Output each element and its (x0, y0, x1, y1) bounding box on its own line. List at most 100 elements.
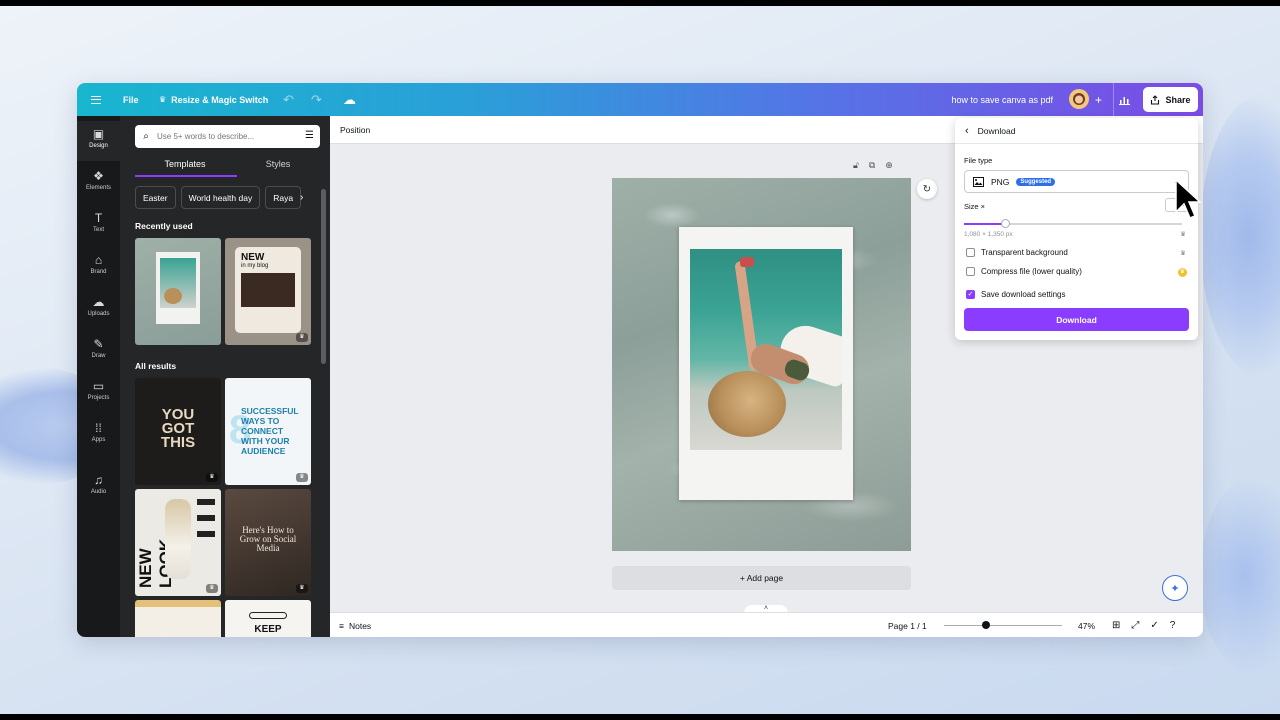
redo-icon[interactable]: ↷ (311, 83, 322, 116)
rail-item-design[interactable]: ▣ Design (77, 121, 120, 161)
pool-photo[interactable] (690, 249, 842, 450)
notes-icon: ≡ (339, 620, 344, 631)
rail-item-projects[interactable]: ▭ Projects (77, 373, 120, 413)
template-thumbnail[interactable]: KEEP (225, 600, 311, 637)
chip-raya[interactable]: Raya (265, 186, 302, 209)
download-button[interactable]: Download (964, 308, 1189, 331)
chip-world-health-day[interactable]: World health day (180, 186, 261, 209)
transparent-background-option[interactable]: Transparent background (966, 248, 1068, 257)
polaroid-frame[interactable] (679, 227, 853, 500)
transparent-checkbox[interactable] (966, 248, 975, 257)
image-icon (973, 176, 984, 187)
refresh-icon[interactable]: ↻ (917, 179, 937, 199)
top-bar: File ♛ Resize & Magic Switch ↶ ↷ ☁ how t… (77, 83, 1203, 116)
rail-label: Uploads (87, 311, 110, 317)
size-slider[interactable] (964, 219, 1182, 229)
rail-item-elements[interactable]: ❖ Elements (77, 163, 120, 203)
text-block (197, 499, 215, 505)
canva-editor-window: File ♛ Resize & Magic Switch ↶ ↷ ☁ how t… (77, 83, 1203, 637)
compress-checkbox[interactable] (966, 267, 975, 276)
insights-button[interactable] (1113, 83, 1135, 116)
filter-sliders-icon[interactable]: ☰ (305, 130, 314, 141)
chevron-right-icon[interactable]: › (300, 186, 314, 209)
polaroid-frame (156, 252, 200, 324)
sun-hat (164, 288, 182, 304)
file-menu-button[interactable]: File (123, 83, 139, 116)
save-settings-option[interactable]: ✓ Save download settings (966, 290, 1066, 299)
fullscreen-icon[interactable]: ⤢ (1131, 620, 1139, 631)
zoom-percent[interactable]: 47% (1078, 613, 1095, 637)
grid-view-icon[interactable]: ⊞ (1112, 620, 1120, 631)
crown-icon: ♛ (1180, 250, 1186, 257)
document-title[interactable]: how to save canva as pdf (951, 83, 1053, 116)
design-page[interactable] (612, 178, 911, 551)
audio-icon: ♫ (94, 473, 103, 487)
compress-file-option[interactable]: Compress file (lower quality) (966, 267, 1082, 276)
template-thumbnail[interactable] (135, 238, 221, 345)
rail-item-text[interactable]: T Text (77, 205, 120, 245)
panel-scroll-thumb[interactable] (321, 189, 326, 364)
rail-item-draw[interactable]: ✎ Draw (77, 331, 120, 371)
rail-item-brand[interactable]: ⌂ Brand (77, 247, 120, 287)
template-thumbnail[interactable]: NEW in my blog ♛ (225, 238, 311, 345)
add-collaborator-button[interactable]: + (1095, 83, 1102, 116)
template-thumbnail[interactable]: NEW LOOK ♛ (135, 489, 221, 596)
bar-chart-icon (1119, 96, 1130, 105)
page-indicator[interactable]: Page 1 / 1 (888, 613, 927, 637)
panel-scrollbar[interactable] (321, 179, 326, 635)
check-circle-icon[interactable]: ✓ (1150, 620, 1158, 631)
file-type-value: PNG (991, 176, 1010, 187)
file-type-select[interactable]: PNG Suggested ⌄ (964, 170, 1189, 193)
template-thumbnail[interactable]: 8 SUCCESSFUL WAYS TO CONNECT WITH YOUR A… (225, 378, 311, 485)
keyword-chips: Easter World health day Raya (135, 186, 302, 209)
grow-social-text: Here's How to Grow on Social Media (239, 525, 297, 553)
template-thumbnail[interactable] (135, 600, 221, 637)
lock-icon[interactable]: 🔓︎ (853, 160, 859, 171)
save-settings-checkbox[interactable]: ✓ (966, 290, 975, 299)
search-input[interactable] (157, 132, 292, 141)
back-arrow-icon[interactable]: ‹ (965, 125, 969, 137)
chip-easter[interactable]: Easter (135, 186, 176, 209)
share-button[interactable]: Share (1143, 87, 1198, 112)
magic-search-icon: ⌕ (143, 131, 149, 142)
crown-icon: ♛ (296, 584, 308, 593)
cloud-check-icon[interactable]: ☁ (343, 83, 356, 116)
resize-magic-switch-button[interactable]: ♛ Resize & Magic Switch (159, 83, 268, 116)
rail-label: Text (92, 227, 104, 233)
template-thumbnail[interactable]: Here's How to Grow on Social Media ♛ (225, 489, 311, 596)
zoom-slider[interactable] (944, 613, 1062, 637)
wallpaper-swirl (1200, 476, 1280, 676)
rail-item-apps[interactable]: ⁞⁞ Apps (77, 415, 120, 455)
view-controls: ⊞ ⤢ ✓ ? (1112, 613, 1175, 637)
template-thumbnail[interactable]: YOU GOT THIS ♛ (135, 378, 221, 485)
notes-button[interactable]: ≡ Notes (339, 613, 371, 637)
tab-styles[interactable]: Styles (228, 159, 328, 169)
rail-item-audio[interactable]: ♫ Audio (77, 467, 120, 507)
add-page-button[interactable]: + Add page (612, 566, 911, 590)
user-face-icon (1073, 93, 1085, 105)
template-search: ⌕ ☰ (135, 125, 320, 148)
duplicate-page-icon[interactable]: ⧉ (869, 160, 875, 171)
crown-icon: ♛ (159, 95, 167, 104)
position-button[interactable]: Position (340, 116, 370, 144)
help-icon[interactable]: ? (1170, 620, 1176, 631)
notes-label: Notes (348, 620, 372, 631)
rail-item-uploads[interactable]: ☁ Uploads (77, 289, 120, 329)
templates-panel: ⌕ ☰ Templates Styles Easter World health… (120, 116, 330, 637)
crown-icon: ♛ (206, 473, 218, 482)
zoom-slider-knob[interactable] (982, 621, 991, 629)
photo-preview (160, 258, 196, 308)
projects-icon: ▭ (92, 379, 105, 393)
main-menu-button[interactable] (91, 83, 105, 116)
avatar[interactable] (1069, 89, 1089, 109)
text-icon: T (94, 211, 103, 225)
magic-sparkle-icon[interactable]: ✦ (1162, 575, 1188, 601)
photo-hand (740, 257, 754, 267)
add-page-icon[interactable]: ⊕ (885, 160, 893, 171)
bottom-bar: ≡ Notes Page 1 / 1 47% ⊞ ⤢ ✓ ? (330, 612, 1203, 637)
panel-tabs: Templates Styles (135, 159, 320, 177)
undo-icon[interactable]: ↶ (283, 83, 294, 116)
size-slider-knob[interactable] (1001, 219, 1011, 228)
tab-templates[interactable]: Templates (135, 159, 235, 169)
blog-new-text: NEW (241, 252, 265, 263)
